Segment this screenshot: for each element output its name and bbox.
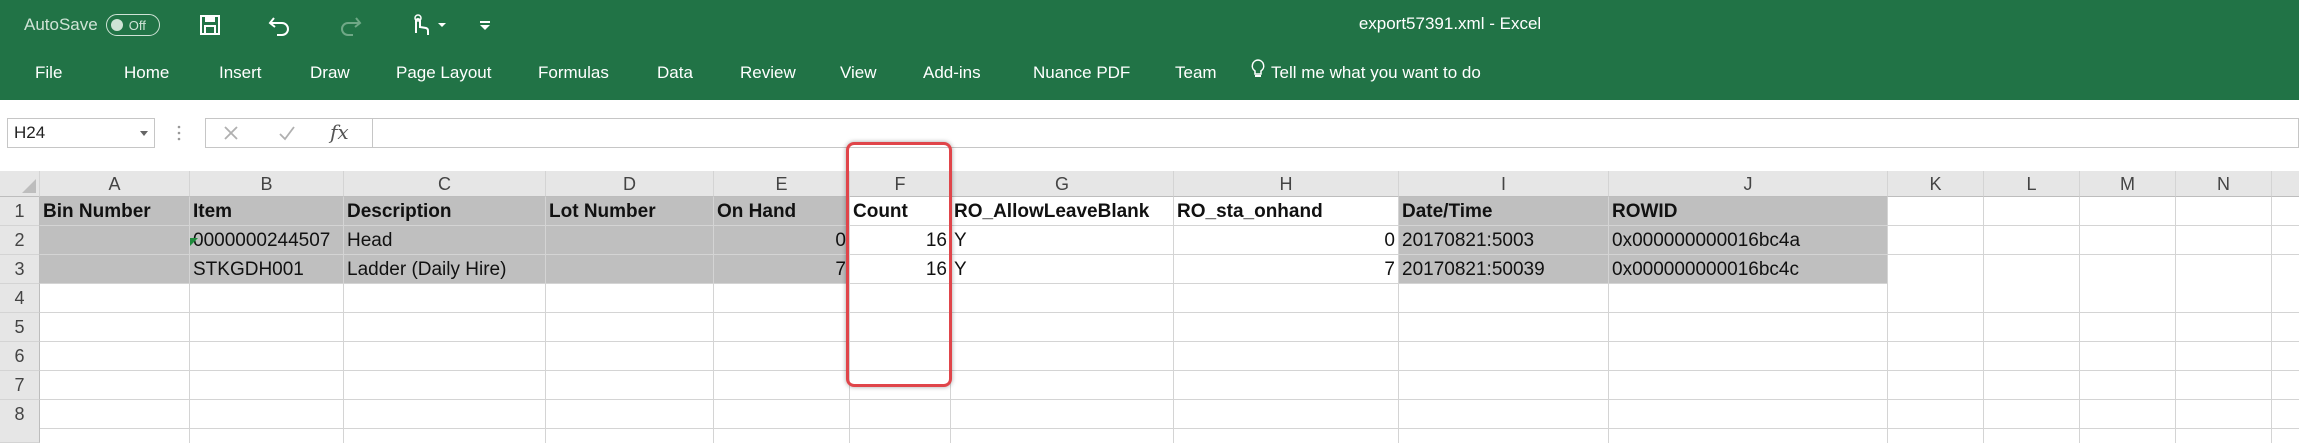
customize-qat-icon[interactable] — [472, 12, 498, 38]
tab-page-layout[interactable]: Page Layout — [396, 50, 491, 96]
cell-b3[interactable]: STKGDH001 — [190, 255, 344, 284]
cell-a2[interactable] — [40, 226, 190, 255]
cell-j3[interactable]: 0x000000000016bc4c — [1609, 255, 1888, 284]
insert-function-icon[interactable]: fx — [330, 120, 349, 144]
tab-home[interactable]: Home — [124, 50, 169, 96]
cell-f2[interactable]: 16 — [850, 226, 951, 255]
tab-insert[interactable]: Insert — [219, 50, 262, 96]
error-indicator-icon[interactable] — [190, 226, 198, 255]
tell-me-box[interactable]: Tell me what you want to do — [1251, 50, 1481, 96]
ribbon-tabs: File Home Insert Draw Page Layout Formul… — [0, 50, 2299, 100]
name-box[interactable]: H24 — [7, 118, 155, 148]
column-header-l[interactable]: L — [1984, 171, 2080, 197]
cell-d3[interactable] — [546, 255, 714, 284]
row-header-8[interactable]: 8 — [0, 400, 40, 443]
column-header-j[interactable]: J — [1609, 171, 1888, 197]
formula-input[interactable] — [371, 118, 2299, 148]
cell-c1[interactable]: Description — [344, 197, 546, 226]
save-icon[interactable] — [196, 12, 224, 38]
autosave-toggle[interactable]: Off — [105, 14, 160, 36]
touch-mode-icon[interactable] — [406, 12, 450, 38]
cell-d1[interactable]: Lot Number — [546, 197, 714, 226]
cell-h2[interactable]: 0 — [1174, 226, 1399, 255]
cell-e2[interactable]: 0 — [714, 226, 850, 255]
autosave-label: AutoSave — [24, 15, 98, 34]
redo-icon[interactable] — [336, 12, 364, 38]
autosave-control[interactable]: AutoSave Off — [24, 0, 160, 50]
cell-a3[interactable] — [40, 255, 190, 284]
cell-e1[interactable]: On Hand — [714, 197, 850, 226]
cancel-icon[interactable] — [222, 124, 240, 147]
column-header-m[interactable]: M — [2080, 171, 2176, 197]
column-header-b[interactable]: B — [190, 171, 344, 197]
cell-j1[interactable]: ROWID — [1609, 197, 1888, 226]
cell-f3[interactable]: 16 — [850, 255, 951, 284]
cell-h3[interactable]: 7 — [1174, 255, 1399, 284]
cell-i1[interactable]: Date/Time — [1399, 197, 1609, 226]
lightbulb-icon — [1251, 51, 1265, 97]
cell-b2-value: 0000000244507 — [193, 230, 331, 251]
chevron-down-icon[interactable] — [140, 131, 148, 136]
column-header-c[interactable]: C — [344, 171, 546, 197]
column-header-d[interactable]: D — [546, 171, 714, 197]
row-header-5[interactable]: 5 — [0, 313, 40, 342]
row-header-2[interactable]: 2 — [0, 226, 40, 255]
cell-c3[interactable]: Ladder (Daily Hire) — [344, 255, 546, 284]
formula-buttons: fx — [205, 118, 373, 148]
formula-bar-grip-icon — [177, 124, 181, 142]
column-header-i[interactable]: I — [1399, 171, 1609, 197]
enter-icon[interactable] — [278, 124, 296, 147]
select-all-corner[interactable] — [0, 171, 40, 197]
row-header-6[interactable]: 6 — [0, 342, 40, 371]
column-header-a[interactable]: A — [40, 171, 190, 197]
tab-file[interactable]: File — [35, 50, 62, 96]
cell-j2[interactable]: 0x000000000016bc4a — [1609, 226, 1888, 255]
cell-b1[interactable]: Item — [190, 197, 344, 226]
cell-c2[interactable]: Head — [344, 226, 546, 255]
column-header-g[interactable]: G — [951, 171, 1174, 197]
cell-e3[interactable]: 7 — [714, 255, 850, 284]
column-header-h[interactable]: H — [1174, 171, 1399, 197]
title-bar: AutoSave Off export57391.xml - Excel — [0, 0, 2299, 50]
cell-d2[interactable] — [546, 226, 714, 255]
cell-b2[interactable]: 0000000244507 — [190, 226, 344, 255]
window-title: export57391.xml - Excel — [1358, 14, 1542, 33]
tab-formulas[interactable]: Formulas — [538, 50, 609, 96]
undo-icon[interactable] — [266, 12, 294, 38]
cell-g1[interactable]: RO_AllowLeaveBlank — [951, 197, 1174, 226]
empty-cells[interactable] — [40, 284, 2299, 443]
tell-me-text: Tell me what you want to do — [1271, 63, 1481, 82]
row-header-3[interactable]: 3 — [0, 255, 40, 284]
tab-add-ins[interactable]: Add-ins — [923, 50, 981, 96]
tab-draw[interactable]: Draw — [310, 50, 350, 96]
column-header-overflow — [2272, 171, 2299, 197]
cell-h1[interactable]: RO_sta_onhand — [1174, 197, 1399, 226]
column-header-f[interactable]: F — [850, 171, 951, 197]
name-box-value: H24 — [14, 123, 46, 142]
tab-nuance-pdf[interactable]: Nuance PDF — [1033, 50, 1130, 96]
autosave-state: Off — [128, 17, 146, 33]
cell-i2[interactable]: 20170821:5003 — [1399, 226, 1609, 255]
row-header-1[interactable]: 1 — [0, 197, 40, 226]
tab-view[interactable]: View — [840, 50, 877, 96]
toggle-knob — [110, 19, 123, 31]
cell-a1[interactable]: Bin Number — [40, 197, 190, 226]
row-header-4[interactable]: 4 — [0, 284, 40, 313]
column-header-k[interactable]: K — [1888, 171, 1984, 197]
cell-i3[interactable]: 20170821:50039 — [1399, 255, 1609, 284]
cell-f1[interactable]: Count — [850, 197, 951, 226]
tab-team[interactable]: Team — [1175, 50, 1217, 96]
cell-g2[interactable]: Y — [951, 226, 1174, 255]
tab-review[interactable]: Review — [740, 50, 796, 96]
column-header-n[interactable]: N — [2176, 171, 2272, 197]
row-header-7[interactable]: 7 — [0, 371, 40, 400]
cell-g3[interactable]: Y — [951, 255, 1174, 284]
tab-data[interactable]: Data — [657, 50, 693, 96]
column-header-e[interactable]: E — [714, 171, 850, 197]
